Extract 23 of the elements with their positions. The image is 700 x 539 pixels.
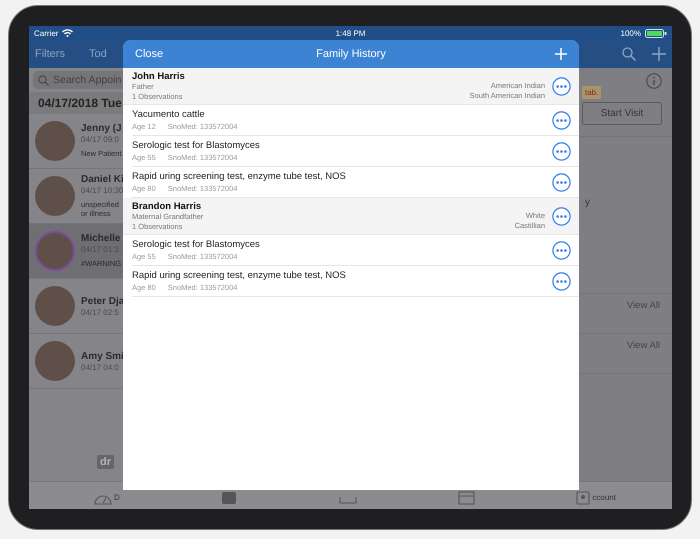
clock-time: 1:48 PM [336, 28, 366, 38]
appointment-time: 04/17 02:5 [81, 308, 120, 316]
patient-name: Michelle [81, 233, 122, 244]
appointment-time: 04/17 09:0 [81, 135, 120, 144]
date-label: 04/17/2018 Tue [38, 96, 122, 110]
condition-name: Rapid uring screening test, enzyme tube test, NOS [132, 270, 347, 281]
condition-name: Rapid uring screening test, enzyme tube test, NOS [132, 171, 347, 182]
appointment-time: 04/17 04:0 [81, 362, 120, 372]
warning-badge: tab. [582, 86, 602, 99]
sheet-title: Family History [316, 48, 386, 60]
condition-name: Serologic test for Blastomyces [132, 140, 261, 151]
cut-off-text: y [585, 197, 590, 208]
battery-percent: 100% [620, 28, 641, 38]
appointment-time: 04/17 10:30 [81, 186, 124, 195]
condition-name: Yacumento cattle [132, 109, 206, 120]
logo-mark: dr [97, 455, 114, 469]
relative-name: Brandon Harris [132, 200, 202, 212]
patient-name: Daniel Ki [81, 174, 124, 185]
patient-name: Jenny (J [81, 123, 122, 134]
patient-name: Amy Smi [81, 350, 124, 362]
condition-name: Serologic test for Blastomyces [132, 239, 261, 250]
relative-name: John Harris [132, 70, 186, 82]
carrier-label: Carrier [34, 28, 58, 38]
